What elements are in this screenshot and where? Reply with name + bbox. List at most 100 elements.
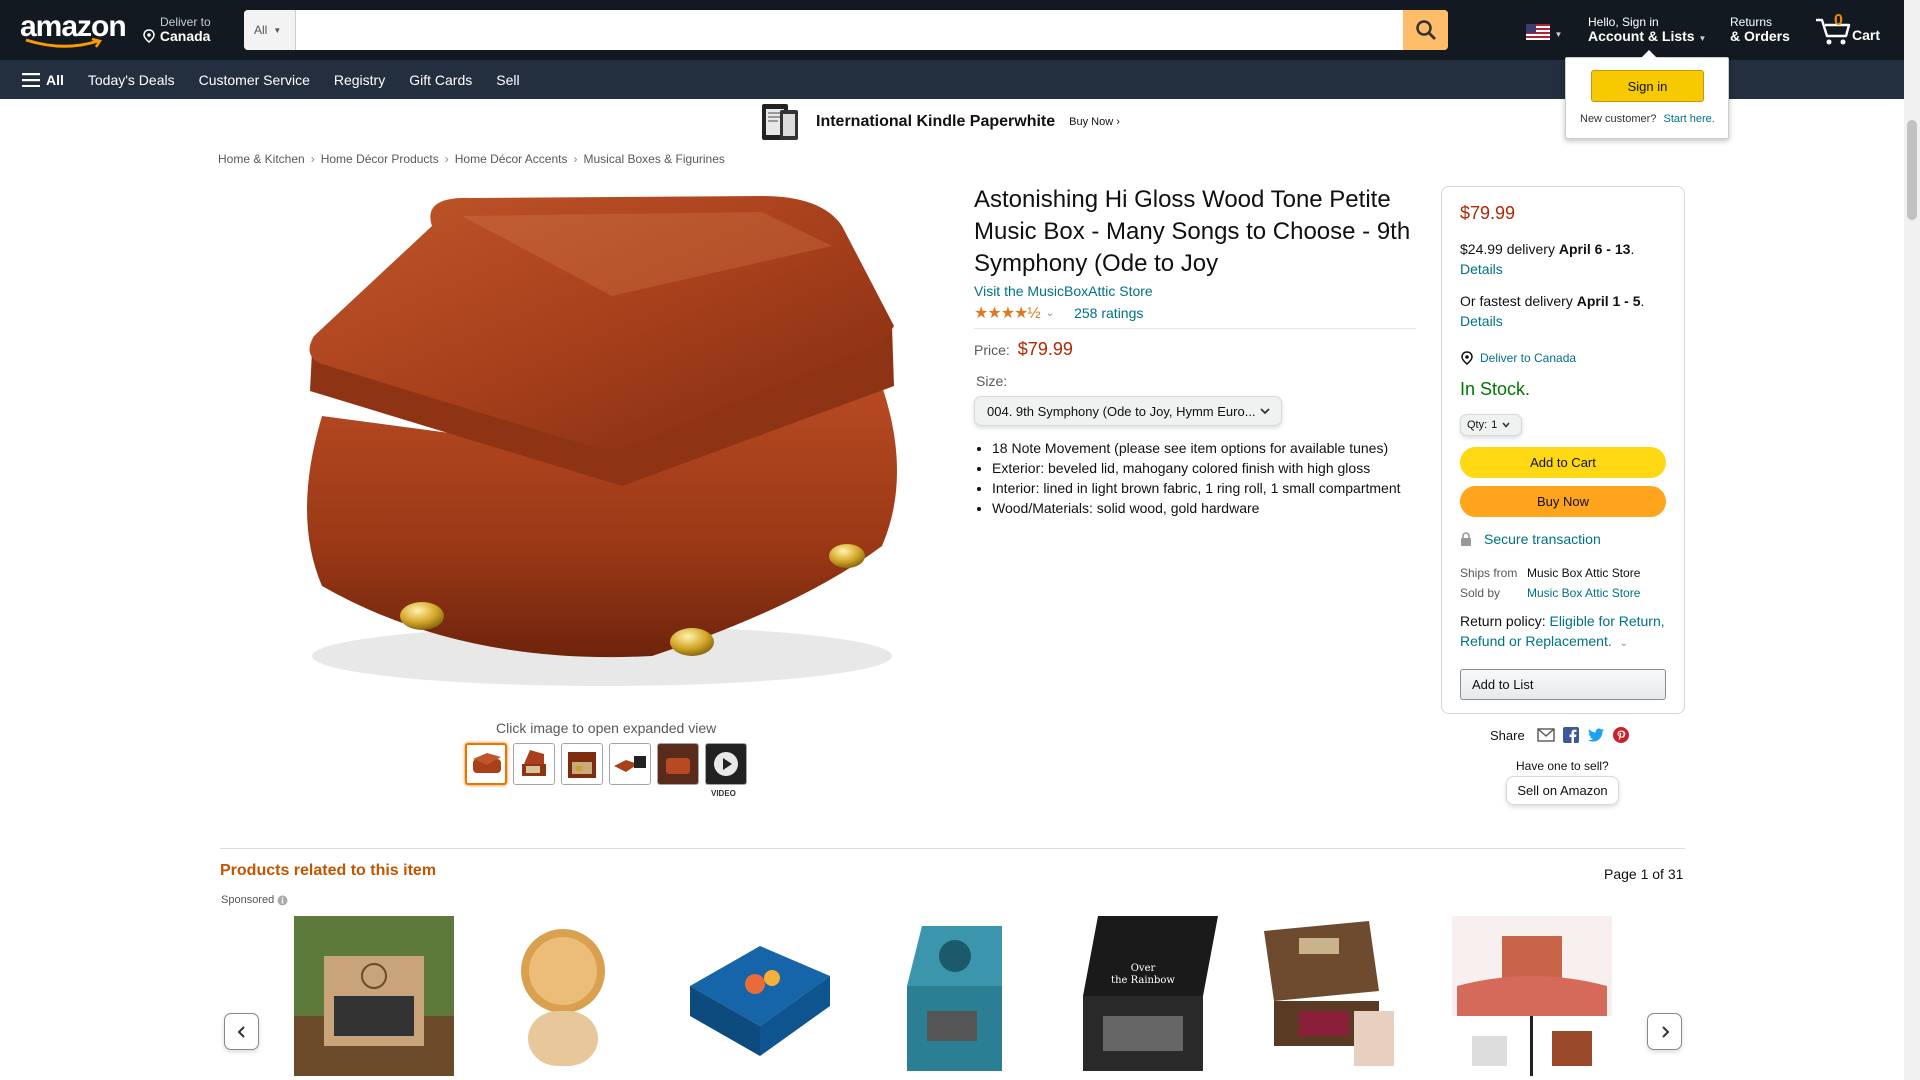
deliver-to-link[interactable]: Deliver to Canada [1460, 351, 1576, 365]
thumbnail-strip [465, 743, 747, 785]
secure-transaction[interactable]: Secure transaction [1460, 531, 1601, 547]
related-product-5[interactable]: Over the Rainbow [1068, 916, 1228, 1076]
carousel-page-info: Page 1 of 31 [1604, 866, 1684, 882]
email-icon[interactable] [1537, 728, 1555, 742]
svg-text:Over: Over [1131, 963, 1156, 974]
returns-orders[interactable]: Returns & Orders [1730, 15, 1790, 43]
breadcrumb-home-kitchen[interactable]: Home & Kitchen [218, 152, 305, 166]
breadcrumb-musical-boxes[interactable]: Musical Boxes & Figurines [583, 152, 724, 166]
account-menu[interactable]: Hello, Sign in Account & Lists ▼ [1588, 15, 1706, 46]
thumbnail-2[interactable] [513, 743, 555, 785]
ships-sold-info: Ships from Music Box Attic Store Sold by… [1460, 563, 1640, 603]
svg-text:the Rainbow: the Rainbow [1111, 975, 1175, 986]
breadcrumb-separator-icon: › [310, 152, 315, 166]
related-product-2[interactable] [483, 916, 643, 1076]
buybox-price: $79.99 [1460, 203, 1516, 223]
ratings-count-link[interactable]: 258 ratings [1074, 305, 1143, 321]
quantity-dropdown[interactable]: Qty: 1 [1460, 414, 1522, 436]
related-product-1[interactable] [294, 916, 454, 1076]
chevron-down-icon[interactable]: ⌄ [1046, 308, 1054, 319]
hamburger-menu-icon [22, 72, 40, 87]
search-icon [1415, 20, 1436, 40]
subnav-gift-cards[interactable]: Gift Cards [409, 72, 472, 88]
rating-row: ★★★★½ ⌄ 258 ratings [974, 303, 1416, 329]
signin-button[interactable]: Sign in [1591, 70, 1704, 102]
pinterest-icon[interactable] [1612, 727, 1629, 743]
location-pin-icon [143, 29, 155, 43]
kindle-device-icon [762, 104, 798, 140]
return-policy: Return policy: Eligible for Return, Refu… [1460, 613, 1665, 649]
start-here-link[interactable]: Start here. [1663, 113, 1714, 125]
info-icon[interactable] [277, 895, 288, 906]
facebook-icon[interactable] [1562, 727, 1579, 743]
delivery-details-link[interactable]: Details [1460, 261, 1503, 277]
caret-down-icon: ▼ [1698, 34, 1707, 43]
subnav-customer-service[interactable]: Customer Service [199, 72, 310, 88]
feature-bullet: Interior: lined in light brown fabric, 1… [992, 478, 1422, 498]
thumbnail-5[interactable] [657, 743, 699, 785]
us-flag-icon [1526, 24, 1550, 40]
chevron-left-icon [237, 1025, 245, 1038]
deliver-to[interactable]: Deliver to Canada [142, 15, 211, 43]
carousel-prev-button[interactable] [224, 1013, 259, 1050]
top-navbar: amazon Deliver to Canada All ▼ ▼ Hello, … [0, 0, 1904, 60]
related-product-3[interactable] [680, 916, 840, 1076]
cart-button[interactable]: 0 Cart [1814, 12, 1884, 48]
search-category-select[interactable]: All ▼ [244, 10, 296, 50]
subnav-todays-deals[interactable]: Today's Deals [88, 72, 175, 88]
search-button[interactable] [1403, 10, 1448, 50]
thumbnail-video[interactable] [705, 743, 747, 785]
add-to-list-button[interactable]: Add to List [1460, 669, 1666, 700]
search-input[interactable] [296, 10, 1403, 50]
fastest-delivery-details-link[interactable]: Details [1460, 313, 1503, 329]
language-selector[interactable]: ▼ [1526, 24, 1562, 45]
thumbnail-1[interactable] [465, 743, 507, 785]
amazon-logo[interactable]: amazon [20, 12, 127, 48]
store-link[interactable]: Visit the MusicBoxAttic Store [974, 283, 1153, 299]
cart-count: 0 [1834, 12, 1843, 29]
star-rating-icon[interactable]: ★★★★½ [974, 303, 1041, 323]
chevron-down-icon[interactable]: ⌄ [1620, 638, 1628, 649]
related-product-6[interactable] [1259, 916, 1419, 1076]
related-product-7[interactable] [1452, 916, 1612, 1076]
breadcrumb-home-decor-accents[interactable]: Home Décor Accents [455, 152, 568, 166]
search-bar: All ▼ [244, 10, 1448, 50]
thumbnail-3[interactable] [561, 743, 603, 785]
kindle-promo-banner[interactable]: International Kindle Paperwhite Buy Now … [760, 101, 1140, 143]
share-row: Share [1490, 727, 1629, 743]
twitter-icon[interactable] [1587, 727, 1605, 743]
caret-down-icon: ▼ [1554, 30, 1563, 39]
price-row: Price: $79.99 [974, 339, 1073, 359]
buy-box: $79.99 $24.99 delivery April 6 - 13. Det… [1441, 186, 1685, 714]
fastest-delivery-info: Or fastest delivery April 1 - 5. Details [1460, 293, 1645, 329]
location-pin-icon [1461, 351, 1473, 365]
scrollbar-thumb[interactable] [1907, 120, 1917, 220]
caret-down-icon: ▼ [273, 25, 282, 35]
delivery-info: $24.99 delivery April 6 - 13. Details [1460, 241, 1635, 277]
smile-icon [25, 38, 103, 48]
chevron-down-icon [1502, 422, 1510, 428]
section-divider [220, 848, 1685, 849]
expand-image-hint: Click image to open expanded view [496, 720, 717, 736]
feature-bullet: 18 Note Movement (please see item option… [992, 438, 1422, 458]
main-product-image[interactable] [262, 186, 942, 716]
buy-now-button[interactable]: Buy Now [1460, 486, 1666, 517]
carousel-next-button[interactable] [1647, 1013, 1682, 1050]
feature-bullets: 18 Note Movement (please see item option… [992, 438, 1422, 518]
add-to-cart-button[interactable]: Add to Cart [1460, 447, 1666, 478]
all-menu-button[interactable]: All [22, 72, 64, 88]
size-dropdown[interactable]: 004. 9th Symphony (Ode to Joy, Hymm Euro… [974, 396, 1282, 426]
subnav-registry[interactable]: Registry [334, 72, 385, 88]
product-price: $79.99 [1017, 339, 1073, 359]
seller-link[interactable]: Music Box Attic Store [1527, 583, 1640, 603]
chevron-right-icon [1661, 1025, 1669, 1038]
related-products-title: Products related to this item [220, 862, 437, 879]
kindle-buy-now-link[interactable]: Buy Now › [1069, 116, 1120, 128]
breadcrumb-home-decor-products[interactable]: Home Décor Products [321, 152, 439, 166]
feature-bullet: Wood/Materials: solid wood, gold hardwar… [992, 498, 1422, 518]
subnav-sell[interactable]: Sell [496, 72, 519, 88]
related-product-4[interactable] [877, 916, 1037, 1076]
stock-status: In Stock. [1460, 379, 1531, 399]
thumbnail-4[interactable] [609, 743, 651, 785]
sell-on-amazon-button[interactable]: Sell on Amazon [1506, 776, 1619, 805]
